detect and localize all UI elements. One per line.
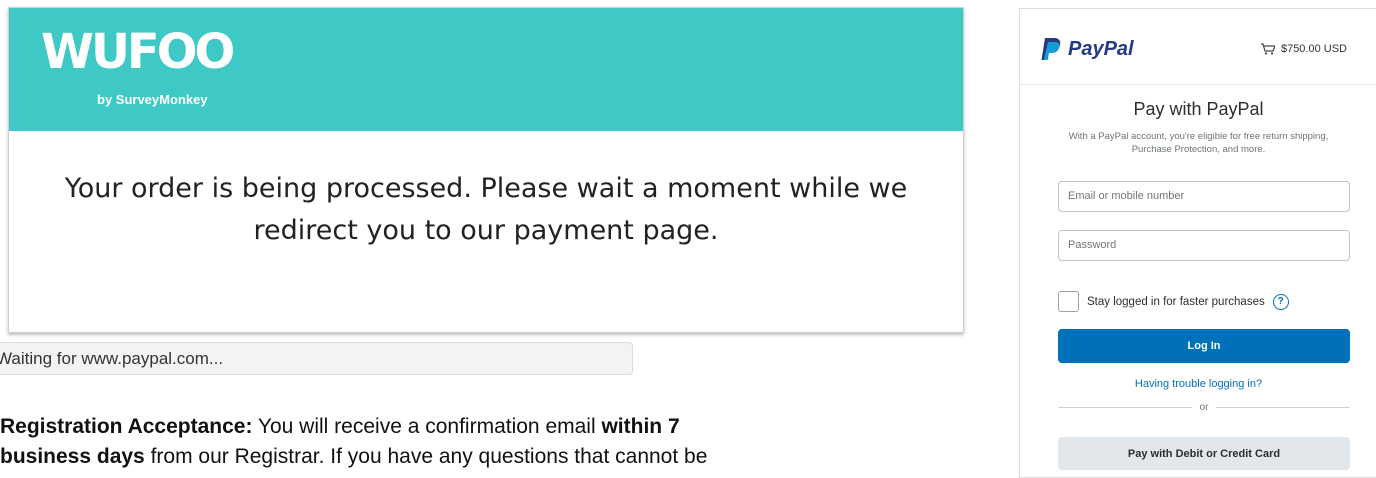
cart-amount: $750.00 USD [1280,43,1347,55]
paypal-checkout-panel: PayPal $750.00 USD Pay with PayPal With … [1019,8,1376,478]
wufoo-logo: WUFOO [41,24,235,80]
wufoo-processing-card: WUFOO by SurveyMonkey Your order is bein… [8,7,964,333]
cart-total[interactable]: $750.00 USD [1260,43,1347,55]
paypal-logo: PayPal [1040,37,1134,61]
paypal-p-icon [1041,38,1061,60]
header-divider [1020,84,1376,85]
registration-text-1: You will receive a confirmation email [252,415,602,438]
help-icon[interactable]: ? [1272,293,1289,310]
log-in-button[interactable]: Log In [1058,329,1350,363]
or-divider-line-right [1216,406,1350,408]
processing-message-line1: Your order is being processed. Please wa… [64,173,908,204]
stay-logged-in-label: Stay logged in for faster purchases [1087,295,1265,308]
email-input[interactable] [1058,181,1350,212]
or-divider-line-left [1058,406,1192,408]
password-input[interactable] [1058,230,1350,261]
cart-icon [1260,43,1275,55]
pay-with-card-button[interactable]: Pay with Debit or Credit Card [1058,437,1350,470]
status-text: Waiting for www.paypal.com... [0,349,224,368]
pay-with-paypal-title: Pay with PayPal [1133,99,1264,119]
or-divider: or [1058,400,1350,414]
browser-status-bar: Waiting for www.paypal.com... [0,342,633,375]
paypal-benefits-text: With a PayPal account, you're eligible f… [1068,131,1329,155]
wufoo-logo-subtitle: by SurveyMonkey [97,92,208,107]
registration-bold-business-days: business days [0,445,145,468]
trouble-logging-in-link[interactable]: Having trouble logging in? [1020,378,1376,390]
registration-text-2: from our Registrar. If you have any ques… [144,445,708,468]
registration-label: Registration Acceptance: [0,415,253,438]
registration-paragraph: Registration Acceptance: You will receiv… [0,412,970,472]
processing-message: Your order is being processed. Please wa… [29,168,943,252]
paypal-brand-text: PayPal [1068,37,1134,60]
stay-logged-in-checkbox[interactable] [1058,291,1079,312]
stay-logged-in-row: Stay logged in for faster purchases ? [1058,291,1289,312]
or-label: or [1199,401,1209,413]
processing-message-line2: redirect you to our payment page. [253,215,719,246]
wufoo-header: WUFOO by SurveyMonkey [9,8,963,131]
registration-bold-days: within 7 [601,415,680,438]
